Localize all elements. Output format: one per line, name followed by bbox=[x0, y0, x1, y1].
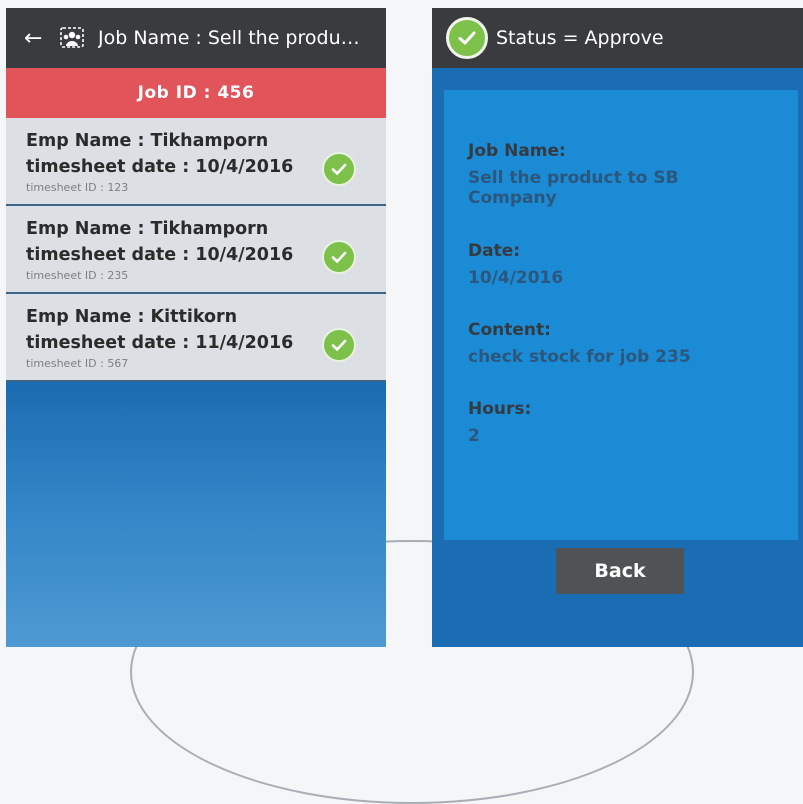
hours-value: 2 bbox=[468, 426, 480, 446]
emp-name: Emp Name : Tikhamporn bbox=[26, 131, 269, 151]
date-field: Date: 10/4/2016 bbox=[468, 240, 563, 288]
date-value: 10/4/2016 bbox=[468, 268, 564, 288]
job-id-header: Job ID : 456 bbox=[6, 68, 386, 118]
arrow-left-icon[interactable]: ← bbox=[24, 26, 60, 51]
status-title: Status = Approve bbox=[496, 27, 664, 49]
timesheet-detail-card: Job Name: Sell the product to SB Company… bbox=[444, 90, 798, 540]
content-value: check stock for job 235 bbox=[468, 347, 691, 367]
job-timesheet-list-screen: ← Job Name : Sell the produ… Job ID : 45… bbox=[6, 8, 386, 647]
job-group-icon bbox=[60, 27, 84, 48]
app-bar: Status = Approve bbox=[432, 8, 803, 68]
check-circle-icon bbox=[322, 240, 356, 274]
timesheet-detail-screen: Status = Approve Job Name: Sell the prod… bbox=[432, 8, 803, 647]
hours-label: Hours: bbox=[468, 399, 532, 419]
hours-field: Hours: 2 bbox=[468, 398, 531, 446]
job-name-field: Job Name: Sell the product to SB Company bbox=[468, 140, 768, 208]
emp-name: Emp Name : Kittikorn bbox=[26, 307, 238, 327]
content-label: Content: bbox=[468, 320, 551, 340]
job-name-value: Sell the product to SB Company bbox=[468, 168, 679, 208]
check-circle-icon bbox=[322, 152, 356, 186]
timesheet-list-item[interactable]: Emp Name : Kittikorn timesheet date : 11… bbox=[6, 294, 386, 382]
check-circle-icon bbox=[446, 17, 488, 59]
empty-list-area bbox=[6, 388, 386, 647]
back-button[interactable]: Back bbox=[556, 548, 684, 594]
timesheet-list-item[interactable]: Emp Name : Tikhamporn timesheet date : 1… bbox=[6, 118, 386, 206]
app-bar: ← Job Name : Sell the produ… bbox=[6, 8, 386, 68]
date-label: Date: bbox=[468, 241, 521, 261]
job-name-label: Job Name: bbox=[468, 141, 566, 161]
check-circle-icon bbox=[322, 328, 356, 362]
content-field: Content: check stock for job 235 bbox=[468, 319, 691, 367]
job-name-title: Job Name : Sell the produ… bbox=[98, 27, 360, 49]
emp-name: Emp Name : Tikhamporn bbox=[26, 219, 269, 239]
timesheet-list-item[interactable]: Emp Name : Tikhamporn timesheet date : 1… bbox=[6, 206, 386, 294]
